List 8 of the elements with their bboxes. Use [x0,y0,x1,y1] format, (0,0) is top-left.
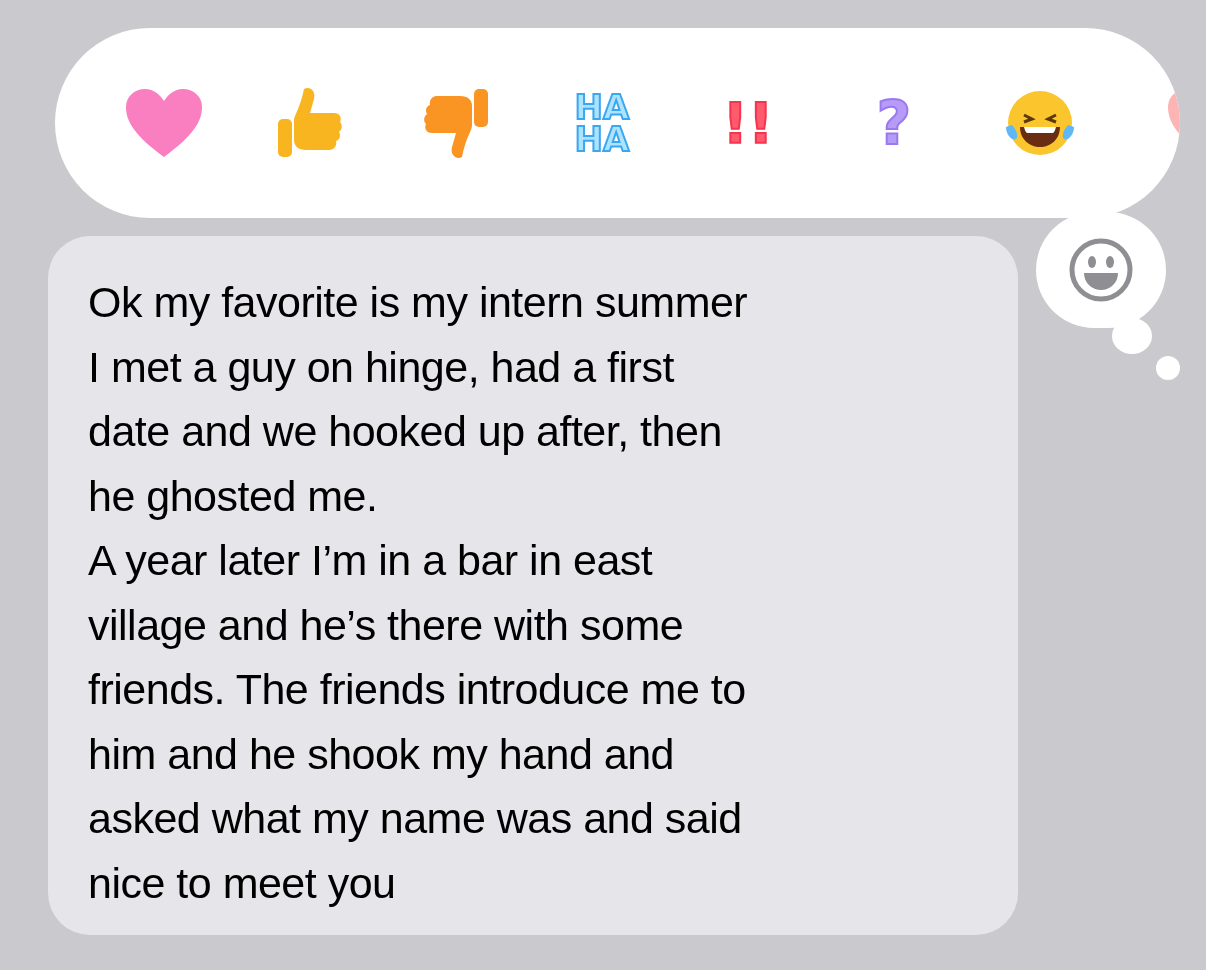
heart-icon[interactable] [124,87,204,159]
haha-label[interactable]: HA HA [567,90,637,156]
bubble-dot [1112,318,1152,354]
exclamation-label[interactable]: !! [708,96,788,150]
bubble-dot [1156,356,1180,380]
smiley-icon [1068,237,1134,303]
message-text: Ok my favorite is my intern summer I met a guy on hinge, had a first date and we hooked up after, then he ghosted me. A year later I’m in a bar in east village and he’s there with some friends. The friends introduce me to him and he shook my hand and asked what my name was and said nice to meet you [88,277,749,909]
question-label[interactable]: ? [864,94,924,152]
